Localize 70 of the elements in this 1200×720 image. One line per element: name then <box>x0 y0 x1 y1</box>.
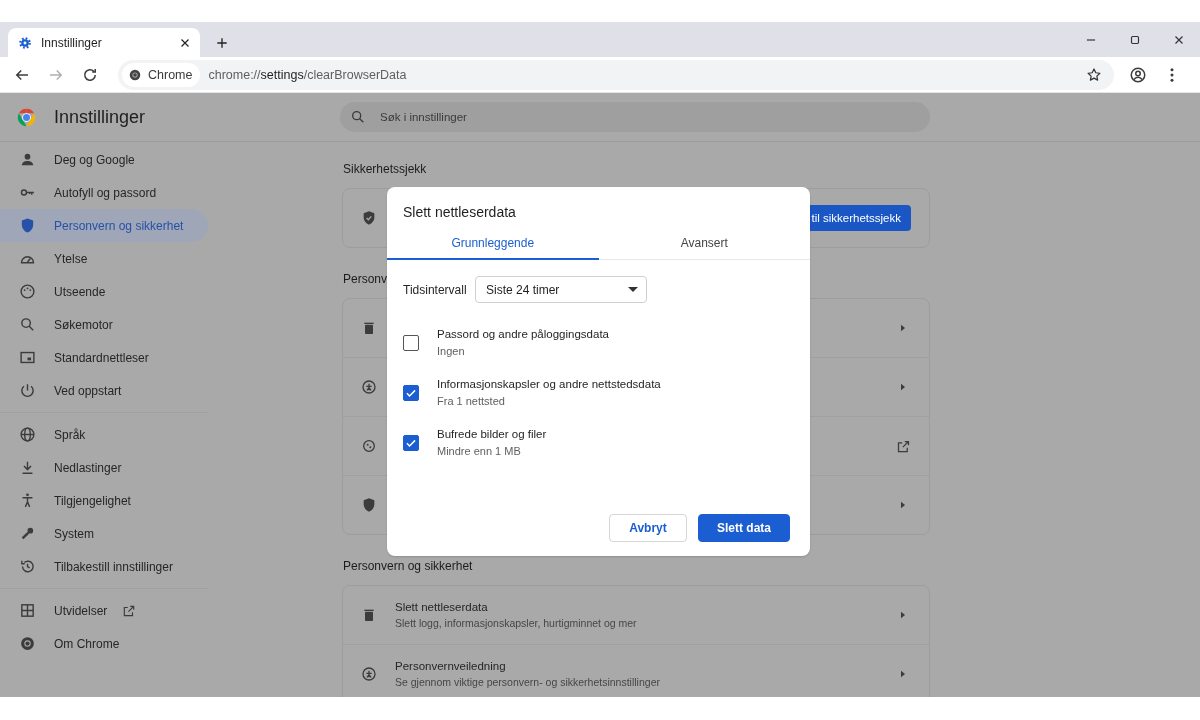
checkbox[interactable] <box>403 385 419 401</box>
sidebar-item[interactable]: Deg og Google <box>0 143 208 176</box>
row-title: Slett nettleserdata <box>395 601 489 613</box>
browser-tab[interactable]: Innstillinger <box>8 28 200 57</box>
sidebar-item[interactable]: Tilgjengelighet <box>0 484 208 517</box>
sidebar-item[interactable]: Standardnettleser <box>0 341 208 374</box>
section-heading: Sikkerhetssjekk <box>343 162 428 176</box>
trash-icon <box>361 320 377 336</box>
palette-icon <box>19 283 36 300</box>
row-subtitle: Se gjennom viktige personvern- og sikkerhetsinnstillinger <box>395 676 661 688</box>
search-icon <box>19 316 36 333</box>
cookie-icon <box>361 438 377 454</box>
privacy-guide-icon <box>361 379 377 395</box>
bookmark-star-icon[interactable] <box>1086 66 1102 83</box>
sidebar-item[interactable]: Utseende <box>0 275 208 308</box>
delete-data-button[interactable]: Slett data <box>698 514 790 542</box>
person-icon <box>19 151 36 168</box>
field-label: Tidsintervall <box>403 282 468 297</box>
external-link-icon <box>122 603 137 618</box>
option-label: Passord og andre påloggingsdata <box>437 328 609 340</box>
option-detail: Fra 1 nettsted <box>437 395 506 407</box>
shield-icon <box>19 217 36 234</box>
sidebar-item[interactable]: Utvidelser <box>0 594 208 627</box>
external-link-icon[interactable] <box>896 438 911 454</box>
chrome-icon <box>19 635 36 652</box>
wrench-icon <box>19 525 36 542</box>
caret-icon <box>628 287 638 292</box>
power-icon <box>19 382 36 399</box>
trash-icon <box>361 607 377 623</box>
address-bar[interactable]: Chrome chrome://settings/clearBrowserData <box>118 59 1114 90</box>
dialog-tab[interactable]: Avansert <box>598 229 810 260</box>
sidebar-item[interactable]: System <box>0 517 208 550</box>
time-range-dropdown[interactable]: Siste 24 timer <box>475 276 647 303</box>
option-detail: Mindre enn 1 MB <box>437 445 522 457</box>
row-title: Personvernveiledning <box>395 660 507 672</box>
option-detail: Ingen <box>437 345 466 357</box>
sidebar-item[interactable]: Om Chrome <box>0 627 208 660</box>
row-subtitle: Slett logg, informasjonskapsler, hurtigminnet og mer <box>395 617 638 629</box>
globe-icon <box>19 426 36 443</box>
chrome-logo-icon <box>16 106 37 128</box>
sidebar-item[interactable]: Ved oppstart <box>0 374 208 407</box>
option-label: Bufrede bilder og filer <box>437 428 547 440</box>
new-tab-icon[interactable] <box>214 35 230 51</box>
sidebar-item[interactable]: Tilbakestill innstillinger <box>0 550 208 583</box>
shield-check-icon <box>361 210 377 226</box>
chrome-icon <box>128 67 142 82</box>
cancel-button[interactable]: Avbryt <box>609 514 687 542</box>
sidebar-item[interactable]: Søkemotor <box>0 308 208 341</box>
section-heading: Personvern og sikkerhet <box>343 559 474 573</box>
dialog-tab[interactable]: Grunnleggende <box>387 229 599 260</box>
puzzle-icon <box>19 602 36 619</box>
section-heading: Personv <box>343 272 389 286</box>
option-label: Informasjonskapsler og andre nettstedsdata <box>437 378 661 390</box>
dialog-title: Slett nettleserdata <box>402 203 517 220</box>
settings-icon <box>18 35 32 50</box>
privacy-guide-icon <box>361 666 377 682</box>
site-chip[interactable]: Chrome <box>122 62 201 87</box>
page-title: Innstillinger <box>54 106 146 128</box>
checkbox[interactable] <box>403 335 419 351</box>
sidebar-item[interactable]: Nedlastinger <box>0 451 208 484</box>
search-icon <box>350 109 366 125</box>
checkbox[interactable] <box>403 435 419 451</box>
sidebar-item[interactable]: Ytelse <box>0 242 208 275</box>
maximize-icon[interactable] <box>1128 33 1142 47</box>
history-icon <box>19 558 36 575</box>
url-text: chrome://settings/clearBrowserData <box>208 67 407 82</box>
browser-window-icon <box>19 349 36 366</box>
sidebar-item[interactable]: Språk <box>0 418 208 451</box>
sidebar-item[interactable]: Autofyll og passord <box>0 176 208 209</box>
shield-icon <box>361 497 377 513</box>
